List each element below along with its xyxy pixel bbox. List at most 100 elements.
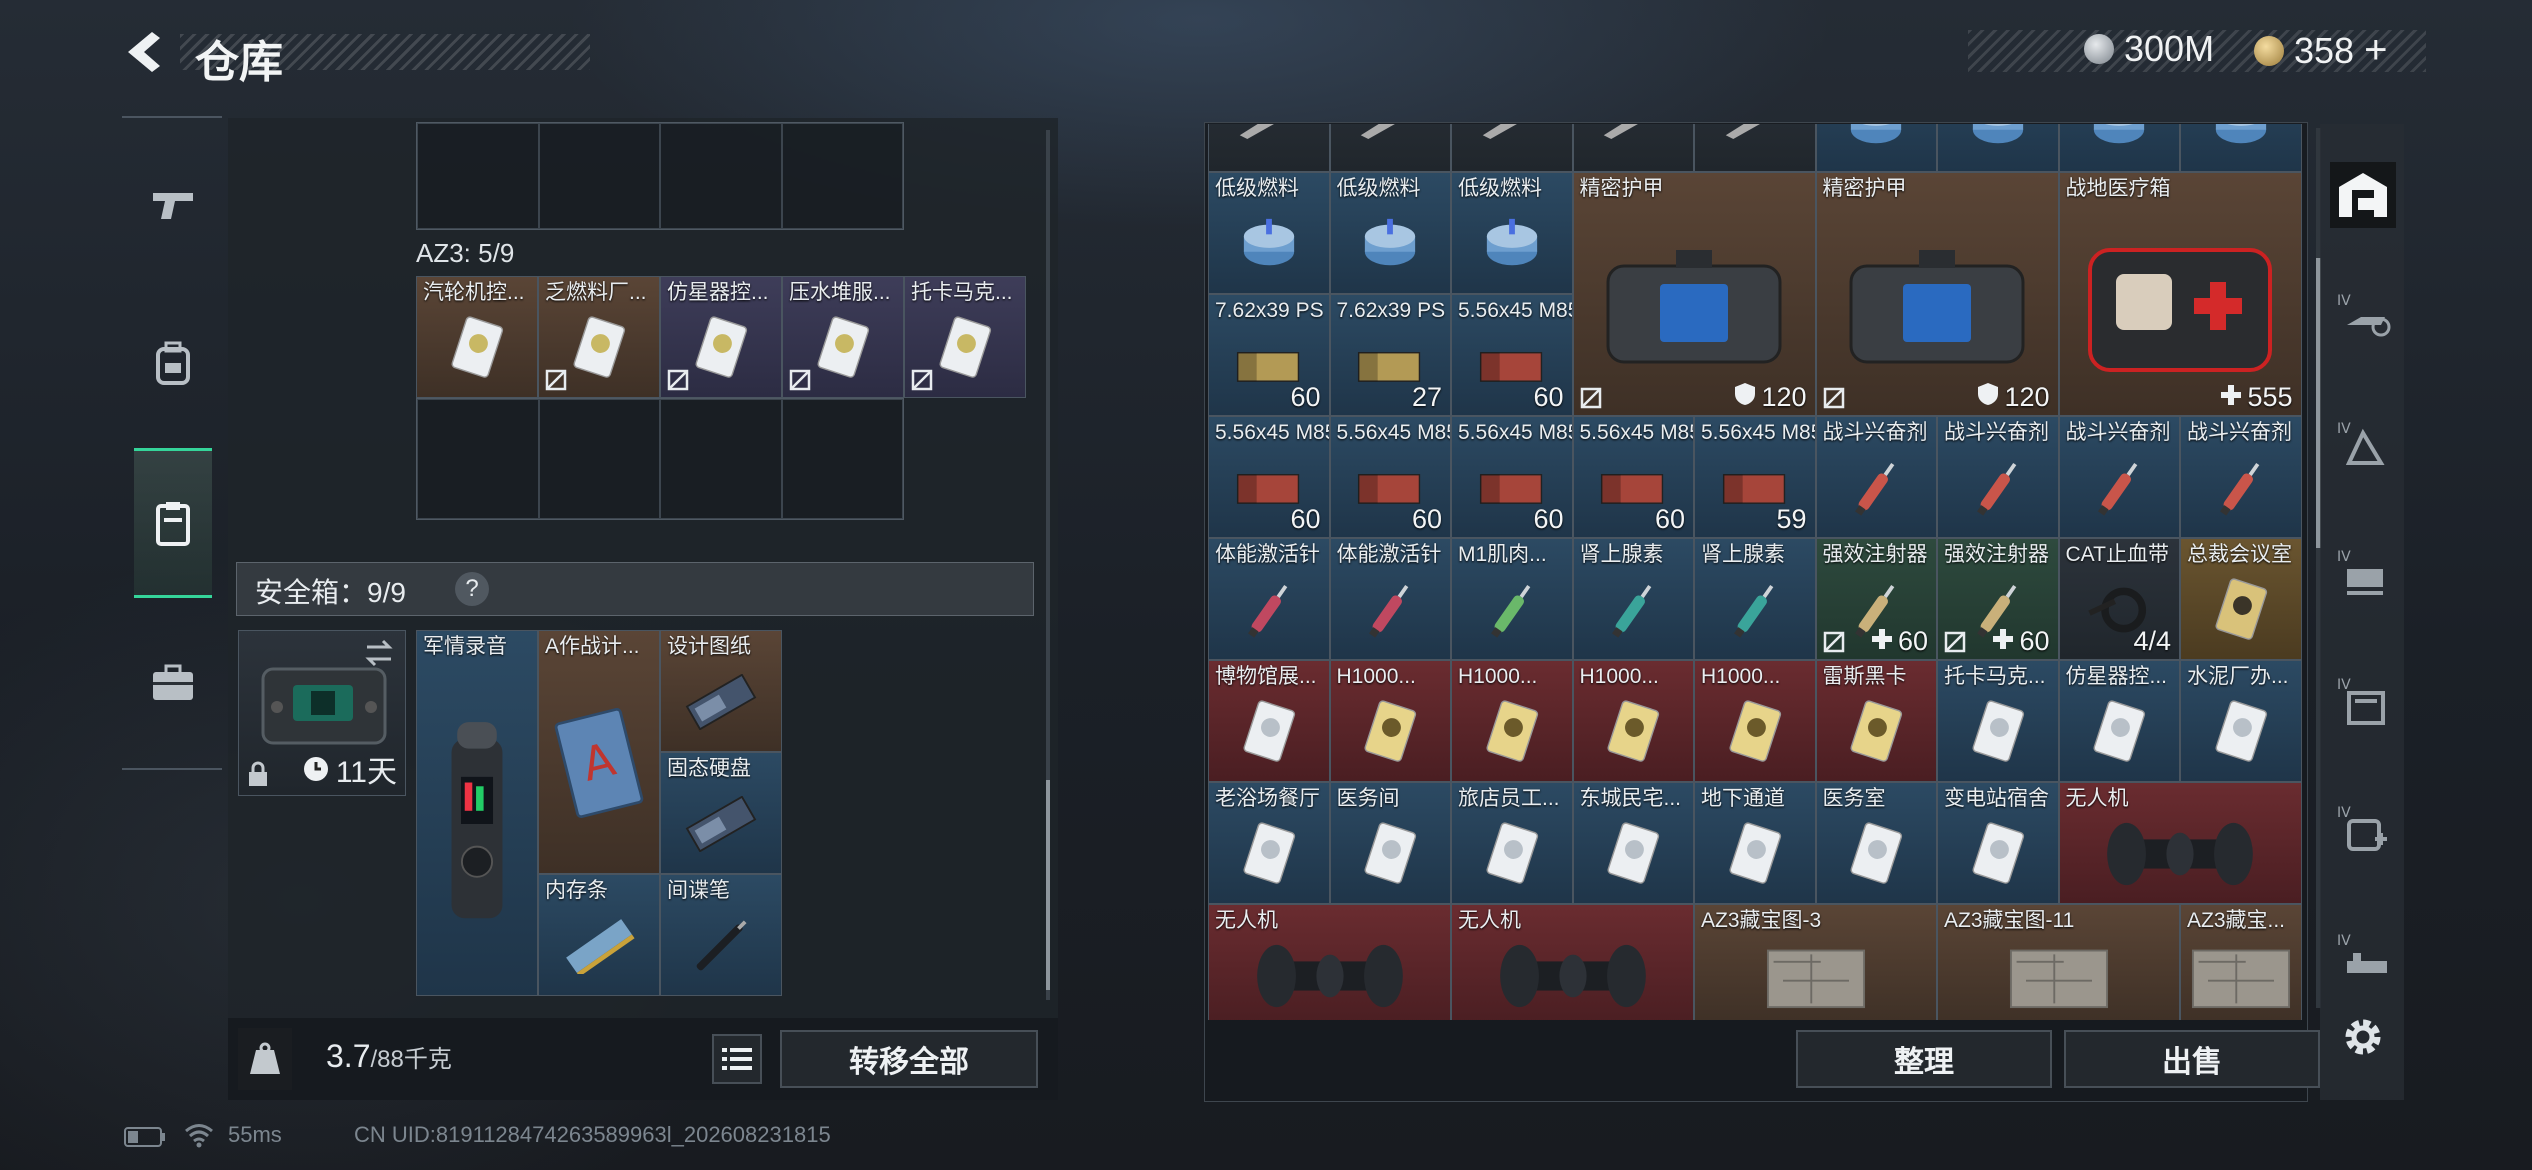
stash-item[interactable]: 旅店员工... bbox=[1451, 782, 1573, 904]
safe-box-item[interactable]: 军情录音 bbox=[416, 630, 538, 996]
container-item[interactable]: 压水堆服... bbox=[782, 276, 904, 398]
stash-item[interactable]: AZ3藏宝图-11 bbox=[1937, 904, 2180, 1020]
transfer-all-button[interactable]: 转移全部 bbox=[780, 1030, 1038, 1088]
stash-item[interactable]: 5.56x45 M855 60 bbox=[1451, 294, 1573, 416]
stash-item[interactable]: 博物馆展... bbox=[1208, 660, 1330, 782]
stash-item[interactable]: H1000... bbox=[1451, 660, 1573, 782]
stash-item[interactable] bbox=[2180, 124, 2302, 172]
stash-item[interactable]: 体能激活针 bbox=[1208, 538, 1330, 660]
stash-item[interactable]: 低级燃料 bbox=[1451, 172, 1573, 294]
stash-item[interactable]: 无人机 bbox=[2058, 782, 2302, 904]
stash-item[interactable]: 战斗兴奋剂 bbox=[1815, 416, 1937, 538]
briefcase-tab[interactable] bbox=[134, 608, 212, 758]
item-image bbox=[1452, 927, 1693, 1020]
stash-item[interactable] bbox=[1329, 124, 1451, 172]
stash-item[interactable]: 无人机 bbox=[1208, 904, 1451, 1020]
stash-item[interactable]: 雷斯黑卡 bbox=[1815, 660, 1937, 782]
stash-item[interactable]: 5.56x45 M855 60 bbox=[1329, 416, 1451, 538]
stash-item[interactable]: H1000... bbox=[1329, 660, 1451, 782]
safe-box-item[interactable]: 固态硬盘 bbox=[660, 752, 782, 874]
stash-item[interactable]: 5.56x45 M855 60 bbox=[1572, 416, 1694, 538]
left-scrollbar[interactable] bbox=[1046, 130, 1050, 1000]
safe-box-item[interactable]: 内存条 bbox=[538, 874, 660, 996]
tier4-weapons-tab[interactable]: IV bbox=[2330, 286, 2396, 352]
stash-item[interactable]: 精密护甲 120 bbox=[1815, 172, 2059, 416]
stash-item[interactable]: 水泥厂办... bbox=[2180, 660, 2302, 782]
stash-item[interactable] bbox=[1937, 124, 2059, 172]
settings-button[interactable] bbox=[2330, 1004, 2396, 1070]
container-item[interactable]: 乏燃料厂... bbox=[538, 276, 660, 398]
list-view-button[interactable] bbox=[712, 1034, 762, 1084]
stash-item[interactable]: 7.62x39 PS 27 bbox=[1329, 294, 1451, 416]
item-count-value: 60 bbox=[2019, 626, 2050, 656]
weapon-tab[interactable] bbox=[134, 130, 212, 280]
sell-button[interactable]: 出售 bbox=[2064, 1030, 2320, 1088]
stash-item[interactable]: 变电站宿舍 bbox=[1937, 782, 2059, 904]
tier4-armor-tab[interactable]: IV bbox=[2330, 414, 2396, 480]
safe-box-item[interactable]: 设计图纸 bbox=[660, 630, 782, 752]
stash-item[interactable]: 战斗兴奋剂 bbox=[1937, 416, 2059, 538]
tier4-ammo-tab[interactable]: IV bbox=[2330, 542, 2396, 608]
stash-item[interactable]: 托卡马克... bbox=[1937, 660, 2059, 782]
stash-item[interactable]: 战斗兴奋剂 bbox=[2180, 416, 2302, 538]
stash-item[interactable]: H1000... bbox=[1694, 660, 1816, 782]
item-image bbox=[1209, 805, 1329, 903]
safe-timer: 11天 bbox=[302, 747, 397, 791]
stash-item[interactable] bbox=[2058, 124, 2180, 172]
no-sell-icon bbox=[1823, 631, 1845, 653]
tier4-docs-tab[interactable]: IV bbox=[2330, 670, 2396, 736]
stash-item[interactable]: 低级燃料 bbox=[1329, 172, 1451, 294]
container-item[interactable]: 托卡马克... bbox=[904, 276, 1026, 398]
stash-item[interactable]: H1000... bbox=[1572, 660, 1694, 782]
safe-box-item[interactable]: A作战计... A bbox=[538, 630, 660, 874]
stash-item[interactable] bbox=[1815, 124, 1937, 172]
stash-item[interactable]: 低级燃料 bbox=[1208, 172, 1330, 294]
stash-item[interactable]: AZ3藏宝... bbox=[2180, 904, 2302, 1020]
item-count: 120 bbox=[1977, 382, 2050, 413]
container-item[interactable]: 仿星器控... bbox=[660, 276, 782, 398]
stash-item[interactable]: 精密护甲 120 bbox=[1572, 172, 1816, 416]
stash-item[interactable] bbox=[1572, 124, 1694, 172]
safe-case-item[interactable]: 11天 bbox=[238, 630, 406, 796]
stash-item[interactable]: 肾上腺素 bbox=[1694, 538, 1816, 660]
stash-item[interactable]: 医务室 bbox=[1815, 782, 1937, 904]
storage-tab[interactable] bbox=[134, 448, 212, 598]
uid-text: CN UID:8191128474263589963l_202608231815 bbox=[354, 1122, 831, 1147]
tier4-misc-tab[interactable]: IV bbox=[2330, 926, 2396, 992]
stash-item[interactable]: 战斗兴奋剂 bbox=[2058, 416, 2180, 538]
stash-item[interactable]: 东城民宅... bbox=[1572, 782, 1694, 904]
stash-item[interactable]: 体能激活针 bbox=[1329, 538, 1451, 660]
stash-item[interactable]: 无人机 bbox=[1451, 904, 1694, 1020]
safe-box-item[interactable]: 间谍笔 bbox=[660, 874, 782, 996]
swap-icon[interactable] bbox=[363, 639, 395, 667]
stash-item[interactable] bbox=[1208, 124, 1330, 172]
stash-item[interactable]: 医务间 bbox=[1329, 782, 1451, 904]
stash-item[interactable] bbox=[1451, 124, 1573, 172]
container-item[interactable]: 汽轮机控... bbox=[416, 276, 538, 398]
stash-item[interactable]: 7.62x39 PS 60 bbox=[1208, 294, 1330, 416]
organize-button[interactable]: 整理 bbox=[1796, 1030, 2052, 1088]
stash-item[interactable]: AZ3藏宝图-3 bbox=[1694, 904, 1937, 1020]
help-button[interactable]: ? bbox=[455, 572, 489, 606]
stash-item[interactable]: 总裁会议室 bbox=[2180, 538, 2302, 660]
stash-item[interactable]: 肾上腺素 bbox=[1572, 538, 1694, 660]
stash-item[interactable]: CAT止血带 4/4 bbox=[2058, 538, 2180, 660]
stash-item[interactable] bbox=[1694, 124, 1816, 172]
stash-item[interactable]: 战地医疗箱 555 bbox=[2058, 172, 2302, 416]
currency-gold[interactable]: 358 + bbox=[2254, 28, 2387, 73]
home-tab[interactable] bbox=[2330, 162, 2396, 228]
add-currency-button[interactable]: + bbox=[2364, 28, 2387, 73]
tier4-medical-tab[interactable]: IV bbox=[2330, 798, 2396, 864]
stash-item[interactable]: 老浴场餐厅 bbox=[1208, 782, 1330, 904]
stash-item[interactable]: 5.56x45 M855 59 bbox=[1694, 416, 1816, 538]
stash-item[interactable]: 仿星器控... bbox=[2058, 660, 2180, 782]
stash-item[interactable]: 地下通道 bbox=[1694, 782, 1816, 904]
stash-item[interactable]: 5.56x45 M855 60 bbox=[1451, 416, 1573, 538]
stash-item[interactable]: 强效注射器 60 bbox=[1815, 538, 1937, 660]
stash-item[interactable]: 5.56x45 M855 60 bbox=[1208, 416, 1330, 538]
stash-item[interactable]: M1肌肉... bbox=[1451, 538, 1573, 660]
item-label: CAT止血带 bbox=[2065, 543, 2169, 566]
backpack-tab[interactable] bbox=[134, 288, 212, 438]
back-arrow-icon[interactable] bbox=[122, 28, 166, 76]
stash-item[interactable]: 强效注射器 60 bbox=[1937, 538, 2059, 660]
